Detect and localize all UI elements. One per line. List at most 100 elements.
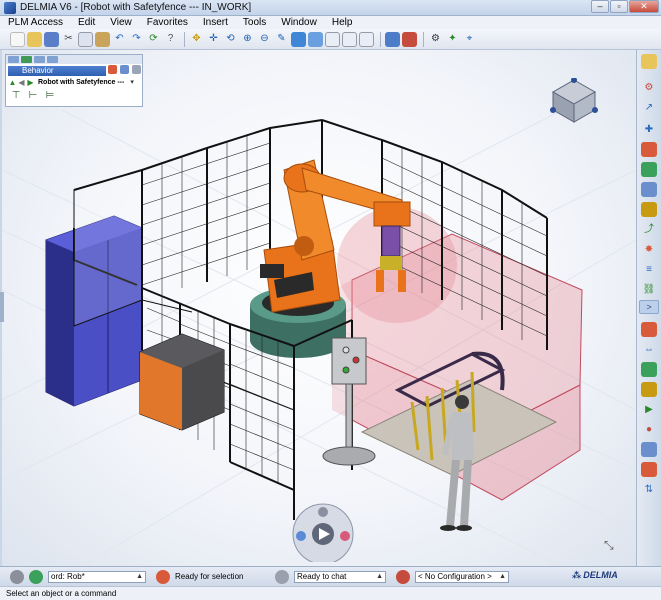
tool-path-icon[interactable]: ↗: [641, 100, 657, 115]
tool-signal-icon[interactable]: ⇅: [641, 482, 657, 497]
selection-icon[interactable]: [156, 569, 170, 584]
tool-frame-icon[interactable]: ✚: [641, 122, 657, 137]
title-bar: DELMIA V6 - [Robot with Safetyfence --- …: [0, 0, 661, 16]
nav-forward-icon[interactable]: ▶: [26, 78, 35, 87]
swap-visible-icon[interactable]: [342, 31, 357, 47]
hierarchy-alt-icon[interactable]: ⊢: [27, 90, 39, 102]
tool-motion-icon[interactable]: ⤴: [641, 222, 657, 237]
configuration-icon[interactable]: [396, 569, 410, 584]
hierarchy-check-icon[interactable]: ⊨: [44, 90, 56, 102]
tree-tab-icon[interactable]: [21, 56, 32, 63]
render-style-icon[interactable]: [359, 31, 374, 47]
chat-status-field[interactable]: Ready to chat ▲: [294, 570, 386, 583]
maximize-button[interactable]: ▫: [610, 0, 628, 13]
menu-plm-access[interactable]: PLM Access: [8, 17, 63, 28]
pan-icon[interactable]: ✛: [206, 32, 221, 47]
menu-insert[interactable]: Insert: [203, 17, 228, 28]
robot-simulation-icon[interactable]: ⚙: [428, 32, 443, 47]
tool-program-icon[interactable]: ≡: [641, 262, 657, 277]
toolbar-separator: [380, 31, 381, 47]
view-mode-icon[interactable]: [308, 31, 323, 47]
chevron-down-icon[interactable]: ▾: [130, 78, 134, 86]
zoom-in-icon[interactable]: ⊕: [240, 32, 255, 47]
chevron-up-icon[interactable]: ▲: [499, 572, 506, 582]
new-icon[interactable]: [10, 31, 25, 47]
expand-icon[interactable]: [132, 65, 141, 74]
redo-icon[interactable]: ↷: [129, 32, 144, 47]
copy-icon[interactable]: [78, 31, 93, 47]
open-icon[interactable]: [27, 31, 42, 47]
teach-icon[interactable]: ✦: [445, 32, 460, 47]
chevron-right-icon[interactable]: >: [639, 300, 659, 314]
tool-analysis-icon[interactable]: [641, 382, 657, 397]
undo-icon[interactable]: ↶: [112, 32, 127, 47]
menu-tools[interactable]: Tools: [243, 17, 266, 28]
cut-icon[interactable]: ✂: [61, 32, 76, 47]
next-step-icon[interactable]: [340, 531, 350, 541]
tool-clash-icon[interactable]: [641, 322, 657, 337]
menu-help[interactable]: Help: [332, 17, 353, 28]
hide-show-icon[interactable]: [325, 31, 340, 47]
tool-jog-icon[interactable]: [641, 142, 657, 157]
tree-tab-icon[interactable]: [47, 56, 58, 63]
menu-view[interactable]: View: [110, 17, 132, 28]
tool-simulate-icon[interactable]: ▶: [641, 402, 657, 417]
nav-up-icon[interactable]: ▲: [8, 78, 17, 87]
filter-icon[interactable]: [108, 65, 117, 74]
process-icon[interactable]: [385, 31, 400, 47]
tree-tab-strip: [6, 55, 142, 64]
tree-tab-icon[interactable]: [8, 56, 19, 63]
update-icon[interactable]: ⟳: [146, 32, 161, 47]
configuration-field[interactable]: < No Configuration > ▲: [415, 570, 509, 583]
resource-icon[interactable]: [402, 31, 417, 47]
settings-icon[interactable]: [120, 65, 129, 74]
paste-icon[interactable]: [95, 31, 110, 47]
tool-device-icon[interactable]: [641, 202, 657, 217]
menu-window[interactable]: Window: [281, 17, 317, 28]
tool-section-icon[interactable]: [641, 362, 657, 377]
close-button[interactable]: ✕: [629, 0, 659, 13]
tool-teach-icon[interactable]: [641, 162, 657, 177]
tool-record-icon[interactable]: ●: [641, 422, 657, 437]
tree-root-row[interactable]: ▲ ◀ ▶ Robot with Safetyfence --- ▾: [8, 77, 134, 87]
menu-bar: PLM Access Edit View Favorites Insert To…: [0, 16, 661, 29]
search-icon[interactable]: [29, 569, 43, 584]
3d-viewport[interactable]: ⤡: [2, 50, 636, 566]
command-input[interactable]: ord: Rob* ▲: [48, 570, 146, 583]
tool-robot-icon[interactable]: ⚙: [641, 80, 657, 95]
tree-tab-icon[interactable]: [34, 56, 45, 63]
compass-icon[interactable]: [549, 78, 599, 123]
jog-icon[interactable]: ⌖: [462, 32, 477, 47]
tool-weld-icon[interactable]: ✸: [641, 242, 657, 257]
rotate-icon[interactable]: ⟲: [223, 32, 238, 47]
save-icon[interactable]: [44, 31, 59, 47]
what-is-this-icon[interactable]: ?: [163, 32, 178, 47]
chat-icon[interactable]: [275, 569, 289, 584]
tool-calibrate-icon[interactable]: [641, 442, 657, 457]
minimize-button[interactable]: –: [591, 0, 609, 13]
tool-link-icon[interactable]: ⛓: [641, 282, 657, 297]
main-toolbar: ✂ ↶ ↷ ⟳ ? ✥ ✛ ⟲ ⊕ ⊖ ✎ ⚙ ✦ ⌖: [0, 29, 661, 50]
command-input-value: ord: Rob*: [51, 571, 85, 581]
tree-root-label: Robot with Safetyfence ---: [38, 78, 125, 86]
chevron-up-icon[interactable]: ▲: [136, 572, 143, 582]
rewind-icon[interactable]: [318, 507, 328, 517]
normal-view-icon[interactable]: ✎: [274, 32, 289, 47]
chevron-up-icon[interactable]: ▲: [376, 572, 383, 582]
previous-step-icon[interactable]: [296, 531, 306, 541]
left-panel-handle[interactable]: [0, 292, 4, 322]
fit-all-icon[interactable]: ✥: [189, 32, 204, 47]
nav-back-icon[interactable]: ◀: [17, 78, 26, 87]
menu-edit[interactable]: Edit: [78, 17, 95, 28]
iso-view-icon[interactable]: [291, 31, 306, 47]
tool-palette-icon[interactable]: [641, 54, 657, 69]
compass-mode-icon[interactable]: [10, 569, 24, 584]
tool-measure-icon[interactable]: ⇔: [641, 342, 657, 357]
hierarchy-icon[interactable]: ⊤: [10, 90, 22, 102]
tool-io-icon[interactable]: [641, 462, 657, 477]
zoom-out-icon[interactable]: ⊖: [257, 32, 272, 47]
tab-behavior[interactable]: Behavior: [8, 66, 106, 76]
resize-grip-icon[interactable]: ⤡: [604, 538, 614, 553]
menu-favorites[interactable]: Favorites: [147, 17, 188, 28]
tool-tag-icon[interactable]: [641, 182, 657, 197]
